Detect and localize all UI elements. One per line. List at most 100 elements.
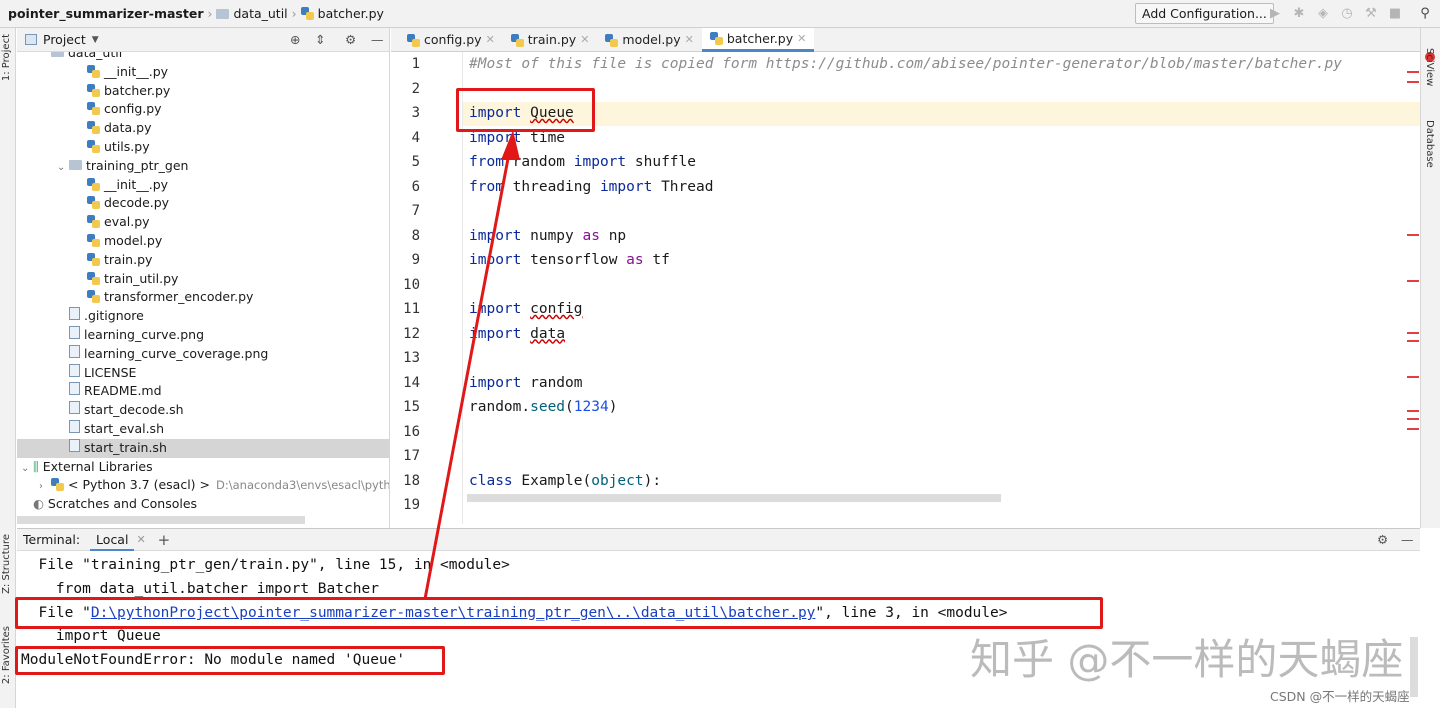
code-line[interactable]: import config xyxy=(469,301,583,317)
collapse-all-icon[interactable]: ⇕ xyxy=(315,32,325,47)
close-icon[interactable]: ✕ xyxy=(685,28,694,52)
python-file-icon xyxy=(87,196,100,210)
coverage-icon[interactable]: ◈ xyxy=(1316,7,1330,21)
minimize-icon[interactable]: — xyxy=(371,32,384,47)
error-stripe-mark[interactable] xyxy=(1407,81,1419,83)
tab-config[interactable]: config.py ✕ xyxy=(399,28,503,52)
tab-batcher[interactable]: batcher.py ✕ xyxy=(701,27,815,52)
line-number: 13 xyxy=(403,350,420,366)
error-stripe-mark[interactable] xyxy=(1407,428,1419,430)
project-tree: data_util __init__.py batcher.py config.py d… xyxy=(17,52,389,528)
line-number: 16 xyxy=(403,423,420,440)
tree-item-label: decode.py xyxy=(104,195,170,211)
breadcrumb-separator: › xyxy=(207,6,213,21)
tab-train[interactable]: train.py ✕ xyxy=(503,28,598,52)
line-number: 18 xyxy=(403,472,420,489)
annotation-box-import-queue xyxy=(456,88,595,132)
error-stripe-mark[interactable] xyxy=(1407,332,1419,334)
error-stripe-mark[interactable] xyxy=(1407,376,1419,378)
chevron-down-icon[interactable]: ▼ xyxy=(92,35,99,45)
error-stripe-mark[interactable] xyxy=(1407,340,1419,342)
debug-icon[interactable]: ✱ xyxy=(1292,7,1306,21)
database-tool-tab[interactable]: Database xyxy=(1424,120,1435,168)
run-icon[interactable]: ▶ xyxy=(1268,7,1282,21)
gear-icon[interactable]: ⚙ xyxy=(345,32,356,47)
tree-item-label: .gitignore xyxy=(84,308,144,324)
expand-arrow-icon[interactable]: ⌄ xyxy=(21,460,33,479)
line-number: 4 xyxy=(411,129,420,146)
code-line[interactable]: import random xyxy=(469,375,583,391)
line-number: 17 xyxy=(403,448,420,464)
breadcrumb-file[interactable]: batcher.py xyxy=(318,6,384,21)
code-line[interactable]: from random import shuffle xyxy=(469,154,696,170)
tree-item-label: README.md xyxy=(84,383,162,399)
folder-icon xyxy=(69,159,82,170)
code-line[interactable]: random.seed(1234) xyxy=(469,399,617,415)
tree-item-label: External Libraries xyxy=(42,458,153,474)
line-number: 5 xyxy=(411,154,420,170)
file-icon xyxy=(69,363,80,377)
search-icon[interactable]: ⚲ xyxy=(1418,7,1432,21)
tree-item-label: data.py xyxy=(104,120,152,136)
breadcrumb-project[interactable]: pointer_summarizer-master xyxy=(8,6,203,21)
close-icon[interactable]: ✕ xyxy=(486,28,495,52)
terminal-tab-local[interactable]: Local xyxy=(90,529,135,551)
csdn-watermark: CSDN @不一样的天蝎座 xyxy=(1270,689,1410,704)
structure-tool-tab[interactable]: Z: Structure xyxy=(1,534,12,594)
code-line[interactable]: from threading import Thread xyxy=(469,179,713,195)
breadcrumb-folder[interactable]: data_util xyxy=(233,6,287,21)
annotation-box-file-path xyxy=(15,597,1103,629)
project-tool-tab[interactable]: 1: Project xyxy=(1,34,12,81)
breadcrumb: pointer_summarizer-master › data_util › … xyxy=(0,6,384,21)
shell-file-icon xyxy=(69,420,80,433)
favorites-tool-tab[interactable]: 2: Favorites xyxy=(1,626,12,684)
project-icon xyxy=(25,34,37,45)
shell-file-icon xyxy=(69,401,80,415)
close-icon[interactable]: ✕ xyxy=(136,533,145,546)
horizontal-scrollbar[interactable] xyxy=(17,516,305,524)
code-line[interactable]: #Most of this file is copied form https:… xyxy=(469,56,1342,72)
python-file-icon xyxy=(87,234,100,247)
profile-icon[interactable]: ◷ xyxy=(1340,7,1354,21)
error-stripe-mark[interactable] xyxy=(1407,418,1419,420)
code-line[interactable]: class Example(object): xyxy=(469,473,661,489)
new-terminal-icon[interactable]: + xyxy=(158,531,171,549)
add-configuration-button[interactable]: Add Configuration... xyxy=(1135,3,1274,24)
code-line[interactable]: import tensorflow as tf xyxy=(469,252,670,268)
close-icon[interactable]: ✕ xyxy=(797,27,806,51)
line-number: 19 xyxy=(403,497,420,513)
locate-icon[interactable]: ⊕ xyxy=(290,32,300,47)
line-number: 14 xyxy=(403,374,420,391)
stop-icon[interactable]: ■ xyxy=(1388,7,1402,21)
tree-item[interactable]: start_train.sh xyxy=(17,438,389,458)
tree-item-label: batcher.py xyxy=(104,82,171,98)
gear-icon[interactable]: ⚙ xyxy=(1377,532,1388,547)
tab-model[interactable]: model.py ✕ xyxy=(597,28,701,52)
error-stripe-mark[interactable] xyxy=(1407,234,1419,236)
tree-item-label: training_ptr_gen xyxy=(86,157,189,173)
file-icon xyxy=(69,344,80,358)
line-number: 1 xyxy=(411,56,420,72)
python-file-icon xyxy=(510,33,524,47)
code-line[interactable]: import numpy as np xyxy=(469,228,626,244)
close-icon[interactable]: ✕ xyxy=(580,28,589,52)
project-view-selector[interactable]: Project xyxy=(43,32,86,47)
terminal-header: Terminal: Local ✕ + ⚙ — xyxy=(17,529,1420,551)
error-stripe-mark[interactable] xyxy=(1407,280,1419,282)
tree-item-label: config.py xyxy=(104,101,162,117)
python-file-icon xyxy=(87,83,100,97)
code-line[interactable]: import data xyxy=(469,326,565,342)
sciview-tool-tab[interactable]: SciView xyxy=(1424,48,1435,86)
editor-horizontal-scrollbar[interactable] xyxy=(467,494,1001,502)
build-icon[interactable]: ⚒ xyxy=(1364,7,1378,21)
tree-item-label: start_decode.sh xyxy=(84,402,184,418)
expand-arrow-icon[interactable]: ⌄ xyxy=(57,159,69,178)
error-stripe-mark[interactable] xyxy=(1407,410,1419,412)
tree-item-label: data_util xyxy=(68,52,123,60)
minimize-icon[interactable]: — xyxy=(1401,532,1414,547)
tree-item-label: model.py xyxy=(104,233,163,248)
error-stripe-mark[interactable] xyxy=(1407,71,1419,73)
tree-item-label: __init__.py xyxy=(104,63,169,79)
terminal-scrollbar[interactable] xyxy=(1410,637,1418,697)
annotation-box-error xyxy=(15,646,445,675)
